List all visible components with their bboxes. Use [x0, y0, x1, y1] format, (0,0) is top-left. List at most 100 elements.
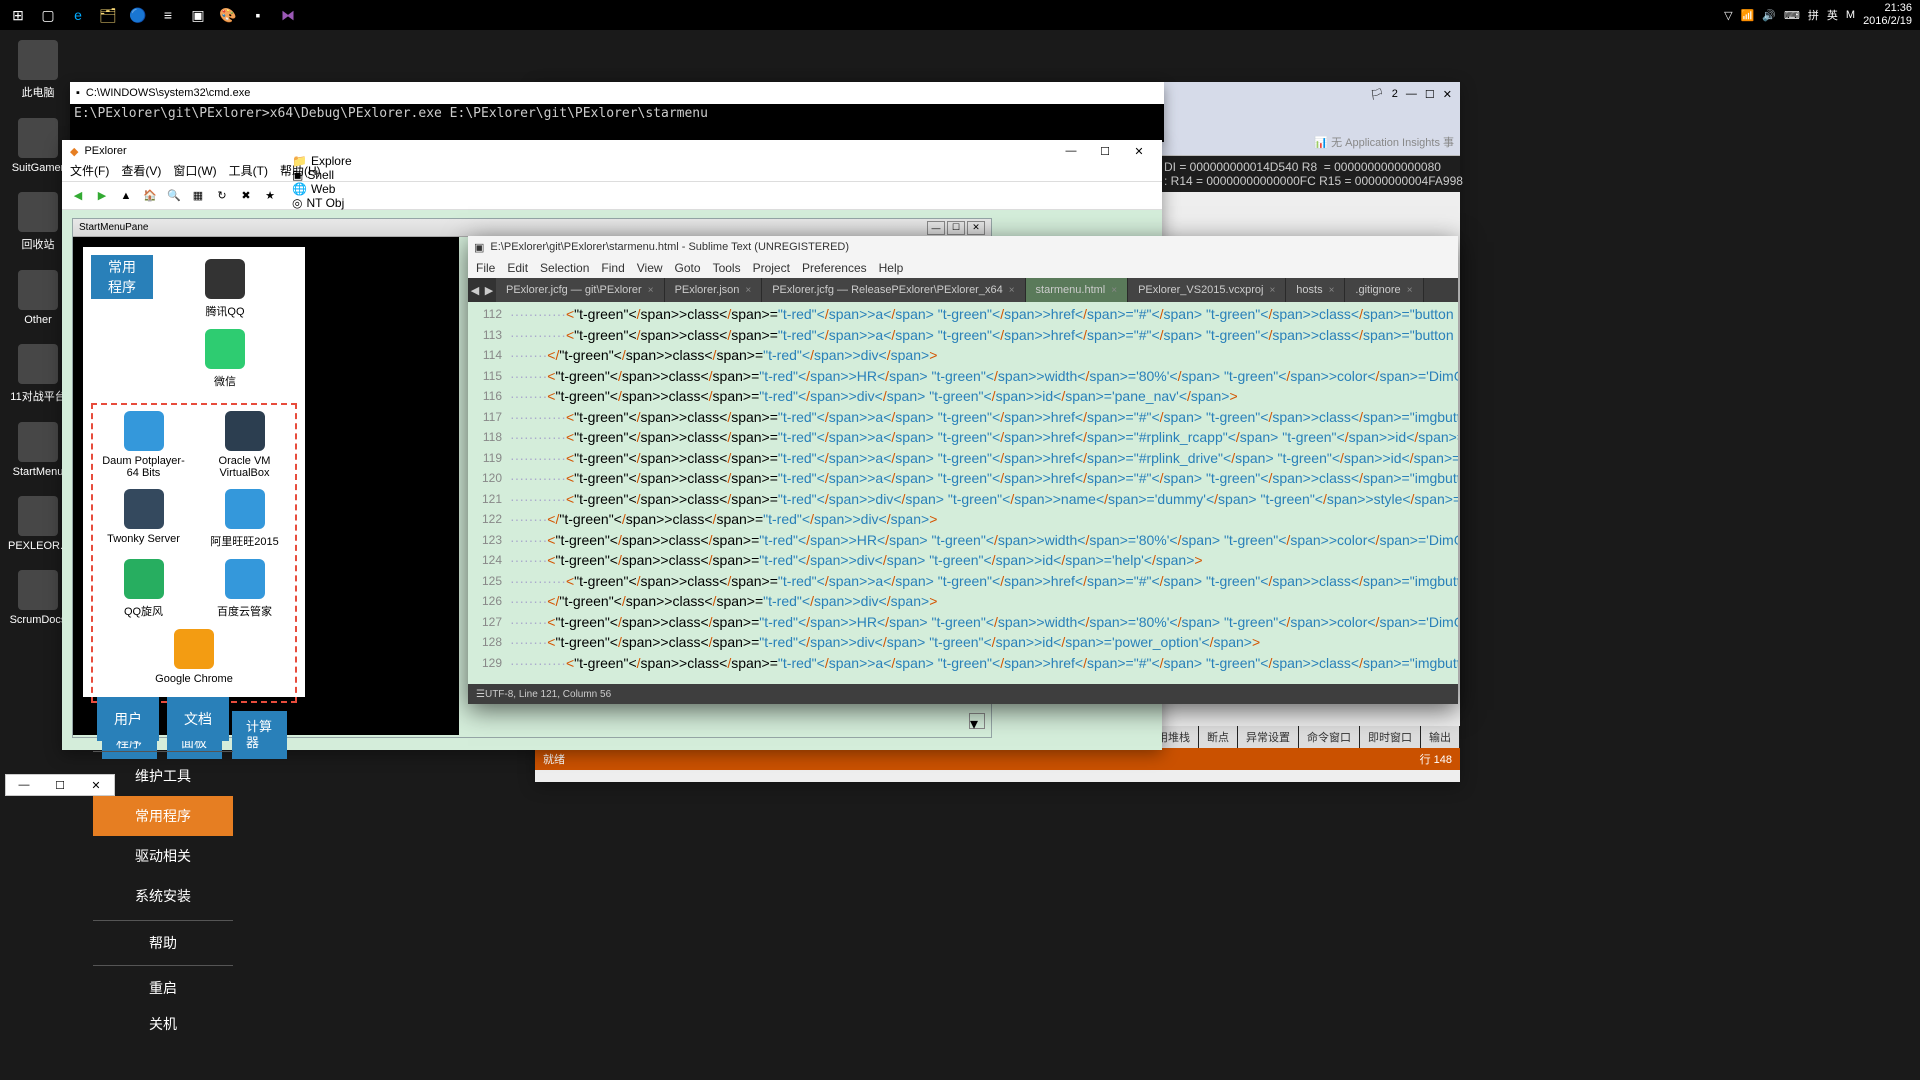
menu-item[interactable]: Preferences: [802, 261, 867, 275]
menu-item[interactable]: Find: [601, 261, 624, 275]
desktop-icon[interactable]: ScrumDocs: [8, 570, 68, 626]
ime-m-icon[interactable]: M: [1846, 9, 1855, 21]
desktop-icon[interactable]: 回收站: [8, 192, 68, 252]
maximize-button[interactable]: ☐: [42, 775, 78, 795]
app-shortcut[interactable]: Daum Potplayer-64 Bits: [99, 411, 189, 479]
close-button[interactable]: ✕: [1443, 88, 1452, 101]
ime-icon[interactable]: ⌨: [1784, 9, 1800, 22]
tab-next-icon[interactable]: ▶: [482, 278, 496, 302]
stop-icon[interactable]: ✖: [236, 186, 256, 206]
maximize-button[interactable]: ☐: [1090, 142, 1120, 160]
menu-item[interactable]: File: [476, 261, 495, 275]
desktop-icon[interactable]: SuitGamer: [8, 118, 68, 174]
toolbar-item[interactable]: ▣Shell: [292, 168, 352, 182]
editor-tab[interactable]: starmenu.html×: [1026, 278, 1129, 302]
editor-tab[interactable]: PExlorer.jcfg — git\PExlorer×: [496, 278, 665, 302]
editor-tab[interactable]: PExlorer_VS2015.vcxproj×: [1128, 278, 1286, 302]
bottom-button[interactable]: 计算 器: [232, 711, 287, 759]
resize-grip-icon[interactable]: ▾: [969, 713, 985, 729]
menu-item[interactable]: 文件(F): [70, 162, 109, 181]
ime-eng-icon[interactable]: 英: [1827, 7, 1838, 23]
maximize-button[interactable]: ☐: [1425, 88, 1435, 101]
menu-item[interactable]: Tools: [713, 261, 741, 275]
wifi-icon[interactable]: 📶: [1741, 9, 1755, 22]
tray-icon[interactable]: ▽: [1724, 9, 1732, 22]
toolbar-item[interactable]: 📁Explore: [292, 154, 352, 168]
nav-item[interactable]: 驱动相关: [93, 836, 233, 876]
minimize-button[interactable]: —: [927, 221, 945, 235]
close-tab-icon[interactable]: ×: [745, 285, 751, 296]
tab-prev-icon[interactable]: ◀: [468, 278, 482, 302]
menu-item[interactable]: View: [637, 261, 663, 275]
app-shortcut[interactable]: 百度云管家: [200, 559, 290, 619]
nav-up-icon[interactable]: ▲: [116, 186, 136, 206]
volume-icon[interactable]: 🔊: [1762, 9, 1776, 22]
panel-tab[interactable]: 即时窗口: [1360, 726, 1421, 748]
cmd-window[interactable]: ▪ C:\WINDOWS\system32\cmd.exe E:\PExlore…: [70, 82, 1164, 142]
app-shortcut[interactable]: Oracle VM VirtualBox: [200, 411, 290, 479]
panel-tab[interactable]: 输出: [1421, 726, 1460, 748]
notification-icon[interactable]: 🏳: [1370, 88, 1384, 101]
toolbar-item[interactable]: 🌐Web: [292, 182, 352, 196]
close-tab-icon[interactable]: ×: [648, 285, 654, 296]
panel-tab[interactable]: 异常设置: [1238, 726, 1299, 748]
terminal-icon[interactable]: ▪: [244, 1, 272, 29]
menu-item[interactable]: 窗口(W): [173, 162, 216, 181]
nav-item[interactable]: 维护工具: [93, 756, 233, 796]
maximize-button[interactable]: ☐: [947, 221, 965, 235]
close-tab-icon[interactable]: ×: [1269, 285, 1275, 296]
app-icon[interactable]: ▣: [184, 1, 212, 29]
close-tab-icon[interactable]: ×: [1407, 285, 1413, 296]
nav-item[interactable]: 常用程序: [93, 796, 233, 836]
minimize-button[interactable]: —: [1406, 88, 1417, 100]
minimize-button[interactable]: —: [1056, 142, 1086, 160]
task-view-icon[interactable]: ▢: [34, 1, 62, 29]
nav-item[interactable]: 系统安装: [93, 876, 233, 916]
toolbar-item[interactable]: ◎NT Obj: [292, 196, 352, 210]
close-tab-icon[interactable]: ×: [1009, 285, 1015, 296]
app-shortcut[interactable]: Google Chrome: [149, 629, 239, 685]
close-button[interactable]: ✕: [967, 221, 985, 235]
app-shortcut[interactable]: QQ旋风: [99, 559, 189, 619]
edge-icon[interactable]: e: [64, 1, 92, 29]
desktop-icon[interactable]: 此电脑: [8, 40, 68, 100]
search-icon[interactable]: 🔍: [164, 186, 184, 206]
app-shortcut[interactable]: 腾讯QQ: [180, 259, 270, 319]
app-shortcut[interactable]: Twonky Server: [99, 489, 189, 549]
desktop-icon[interactable]: PEXLEOR...: [8, 496, 68, 552]
editor-tab[interactable]: hosts×: [1286, 278, 1345, 302]
menu-item[interactable]: Goto: [675, 261, 701, 275]
menu-item[interactable]: Project: [753, 261, 790, 275]
app-shortcut[interactable]: 微信: [180, 329, 270, 389]
common-apps-button[interactable]: 常用 程序: [91, 255, 153, 299]
vs-icon[interactable]: ⧓: [274, 1, 302, 29]
editor-tab[interactable]: PExlorer.json×: [665, 278, 763, 302]
minimize-button[interactable]: —: [6, 775, 42, 795]
home-icon[interactable]: 🏠: [140, 186, 160, 206]
close-button[interactable]: ✕: [1124, 142, 1154, 160]
sublime-window[interactable]: ▣ E:\PExlorer\git\PExlorer\starmenu.html…: [468, 236, 1458, 704]
close-tab-icon[interactable]: ×: [1111, 285, 1117, 296]
docs-button[interactable]: 文档: [167, 697, 229, 741]
ime-lang-icon[interactable]: 拼: [1808, 7, 1819, 23]
app-shortcut[interactable]: 阿里旺旺2015: [200, 489, 290, 549]
app-icon[interactable]: 🎨: [214, 1, 242, 29]
menu-item[interactable]: Edit: [507, 261, 528, 275]
editor[interactable]: 1121131141151161171181191201211221231241…: [468, 302, 1458, 684]
menu-item[interactable]: Help: [879, 261, 904, 275]
nav-fwd-icon[interactable]: ▶: [92, 186, 112, 206]
help-button[interactable]: 帮助: [93, 925, 233, 961]
user-button[interactable]: 用户: [97, 697, 159, 741]
desktop-icon[interactable]: Other: [8, 270, 68, 326]
app-icon[interactable]: ≡: [154, 1, 182, 29]
menu-item[interactable]: 工具(T): [229, 162, 268, 181]
desktop-icon[interactable]: 11对战平台: [8, 344, 68, 404]
clock[interactable]: 21:36 2016/2/19: [1863, 2, 1912, 28]
menu-item[interactable]: Selection: [540, 261, 589, 275]
start-button[interactable]: ⊞: [4, 1, 32, 29]
shutdown-button[interactable]: 关机: [93, 1006, 233, 1042]
close-tab-icon[interactable]: ×: [1329, 285, 1335, 296]
star-icon[interactable]: ★: [260, 186, 280, 206]
panel-tab[interactable]: 命令窗口: [1299, 726, 1360, 748]
editor-tab[interactable]: .gitignore×: [1345, 278, 1423, 302]
